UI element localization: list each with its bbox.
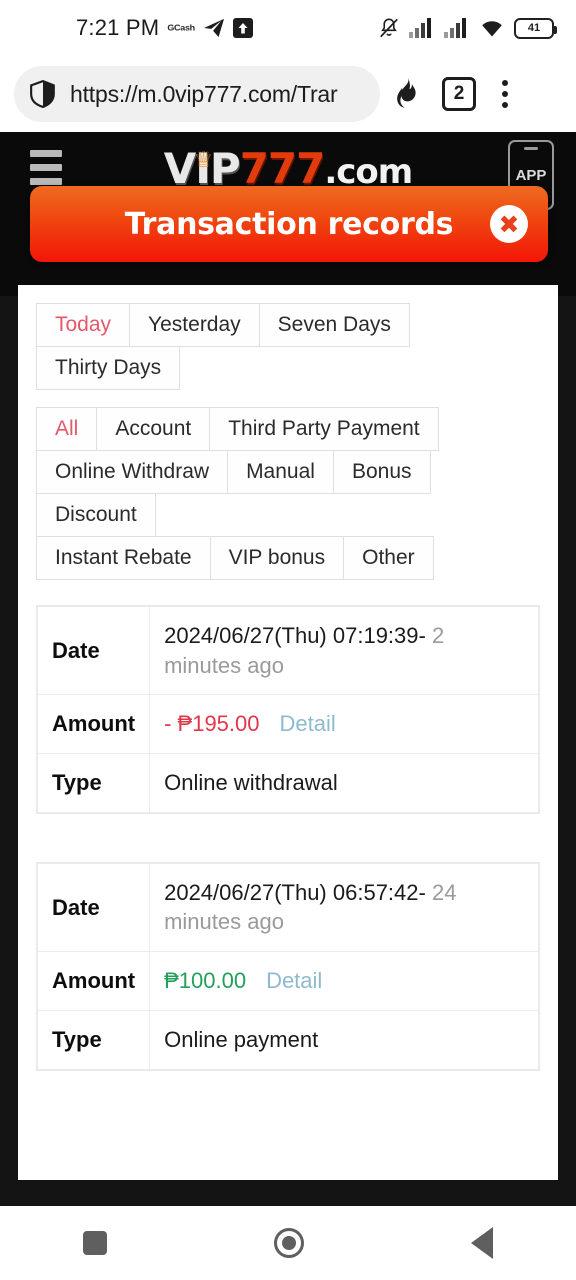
battery-indicator: 41 <box>514 17 557 39</box>
upload-box-icon <box>232 18 253 38</box>
record-label-date: Date <box>36 605 151 696</box>
filter-chip-third-party-payment[interactable]: Third Party Payment <box>209 407 439 451</box>
record-amount-text: ₱100.00 <box>164 968 247 994</box>
url-text: https://m.0vip777.com/Trar <box>70 80 338 107</box>
tab-count-label: 2 <box>453 83 465 104</box>
close-glyph: ✖ <box>498 209 520 239</box>
bell-muted-icon <box>380 18 398 38</box>
record-label-date: Date <box>36 862 151 953</box>
record-amount-text: - ₱195.00 <box>164 711 260 737</box>
browser-actions: 2 <box>392 76 514 112</box>
filter-chip-yesterday[interactable]: Yesterday <box>129 303 260 347</box>
gcash-label: GCash <box>167 23 195 33</box>
type-chip-row-3: Instant Rebate VIP bonus Other <box>36 536 540 580</box>
record-value-amount: - ₱195.00 Detail <box>149 694 539 755</box>
phone-screen: 7:21 PM GCash 41 https://m.0vip777.com/T… <box>0 0 576 1280</box>
filter-chip-online-withdraw[interactable]: Online Withdraw <box>36 450 229 494</box>
status-bar-clock: 7:21 PM <box>76 15 160 40</box>
type-chip-row-1: All Account Third Party Payment <box>36 407 540 451</box>
telegram-icon <box>203 18 224 38</box>
date-range-chip-row: Today Yesterday Seven Days Thirty Days <box>36 303 540 390</box>
record-value-date: 2024/06/27(Thu) 07:19:39- 2 minutes ago <box>149 605 539 696</box>
status-bar: 7:21 PM GCash 41 <box>0 0 576 56</box>
filter-chip-discount[interactable]: Discount <box>36 493 156 537</box>
status-bar-left: 7:21 PM GCash <box>76 15 253 41</box>
battery-level: 41 <box>527 22 541 34</box>
filter-chip-today[interactable]: Today <box>36 303 131 347</box>
detail-link[interactable]: Detail <box>280 711 336 736</box>
date-range-filter: Today Yesterday Seven Days Thirty Days <box>18 303 558 390</box>
table-row: Type Online withdrawal <box>36 753 539 813</box>
filter-chip-all[interactable]: All <box>36 407 98 451</box>
table-row: Date 2024/06/27(Thu) 06:57:42- 24 minute… <box>36 862 539 953</box>
transaction-record: Date 2024/06/27(Thu) 07:19:39- 2 minutes… <box>36 605 540 814</box>
filter-chip-seven-days[interactable]: Seven Days <box>258 303 410 347</box>
filter-chip-vip-bonus[interactable]: VIP bonus <box>209 536 345 580</box>
square-recents-icon[interactable] <box>83 1231 108 1255</box>
record-date-text: 2024/06/27(Thu) 07:19:39- <box>164 623 426 648</box>
android-nav-bar <box>0 1206 576 1280</box>
page-title: Transaction records <box>124 206 454 242</box>
detail-link[interactable]: Detail <box>266 968 322 993</box>
filter-chip-instant-rebate[interactable]: Instant Rebate <box>36 536 211 580</box>
content-panel: Today Yesterday Seven Days Thirty Days A… <box>18 285 558 1180</box>
filter-chip-thirty-days[interactable]: Thirty Days <box>36 346 181 390</box>
table-row: Type Online payment <box>36 1009 539 1070</box>
kebab-menu-icon[interactable] <box>496 76 514 112</box>
record-value-type: Online payment <box>149 1009 539 1070</box>
home-dot <box>281 1236 296 1250</box>
signal-bars-icon <box>409 18 431 38</box>
record-label-type: Type <box>36 1009 151 1070</box>
url-bar[interactable]: https://m.0vip777.com/Trar <box>14 66 380 122</box>
type-filter: All Account Third Party Payment Online W… <box>18 407 558 580</box>
record-value-date: 2024/06/27(Thu) 06:57:42- 24 minutes ago <box>149 862 539 953</box>
browser-toolbar: https://m.0vip777.com/Trar 2 <box>0 56 576 132</box>
table-row: Date 2024/06/27(Thu) 07:19:39- 2 minutes… <box>36 605 539 696</box>
status-bar-right: 41 <box>378 17 557 39</box>
shield-icon <box>30 80 55 108</box>
record-value-type: Online withdrawal <box>149 753 539 813</box>
tab-counter-button[interactable]: 2 <box>442 77 476 111</box>
record-label-amount: Amount <box>36 694 151 755</box>
filter-chip-account[interactable]: Account <box>96 407 211 451</box>
table-row: Amount - ₱195.00 Detail <box>36 694 539 755</box>
app-button-label: APP <box>515 166 547 184</box>
kebab-dot <box>502 102 508 108</box>
filter-chip-manual[interactable]: Manual <box>227 450 334 494</box>
crown-icon: ♕ <box>193 148 214 173</box>
kebab-dot <box>502 91 508 97</box>
wifi-icon <box>482 21 502 37</box>
type-chip-row-2: Online Withdraw Manual Bonus Discount <box>36 450 540 537</box>
record-date-text: 2024/06/27(Thu) 06:57:42- <box>164 879 426 905</box>
transaction-record: Date 2024/06/27(Thu) 06:57:42- 24 minute… <box>36 861 540 1071</box>
circle-home-icon[interactable] <box>273 1228 304 1258</box>
record-label-amount: Amount <box>36 951 151 1011</box>
kebab-dot <box>502 80 508 86</box>
table-row: Amount ₱100.00 Detail <box>36 951 539 1011</box>
triangle-back-icon[interactable] <box>470 1227 493 1259</box>
record-value-amount: ₱100.00 Detail <box>149 951 539 1011</box>
record-label-type: Type <box>36 753 151 813</box>
signal-bars-icon <box>444 18 466 38</box>
filter-chip-other[interactable]: Other <box>343 536 434 580</box>
flame-icon[interactable] <box>392 78 422 110</box>
filter-chip-bonus[interactable]: Bonus <box>332 450 431 494</box>
transaction-records-banner: Transaction records ✖ <box>30 186 548 262</box>
close-circle-icon[interactable]: ✖ <box>490 205 528 243</box>
